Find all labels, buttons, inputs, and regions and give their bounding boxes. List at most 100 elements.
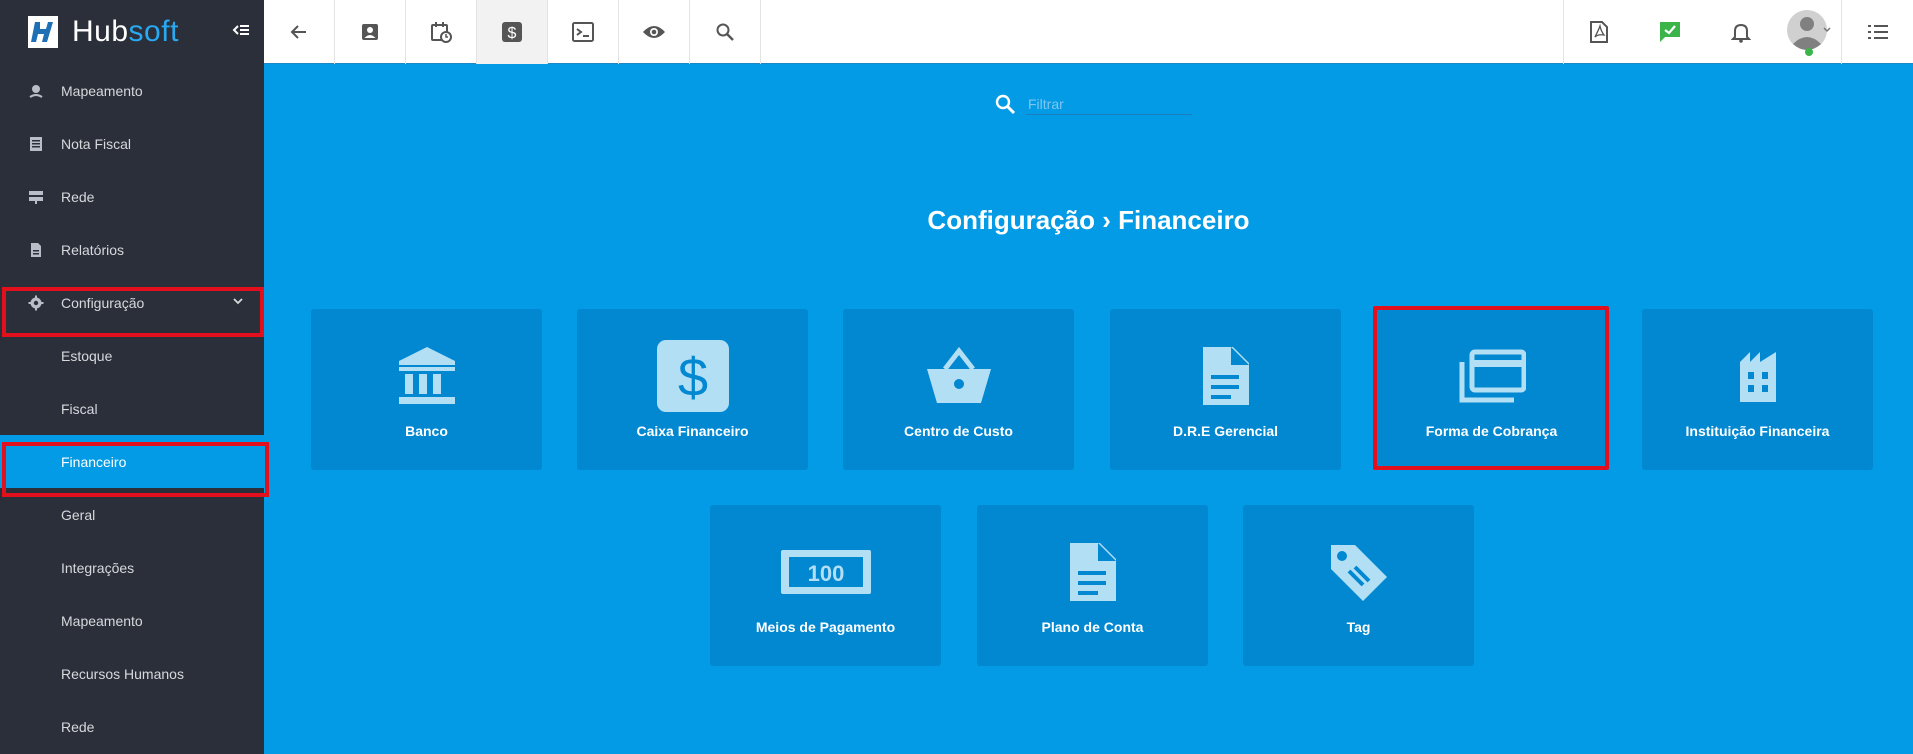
card-meios-de-pagamento[interactable]: 100 Meios de Pagamento (710, 505, 941, 666)
card-label: Caixa Financeiro (636, 423, 749, 439)
tag-icon (1327, 535, 1391, 609)
bell-icon (1730, 23, 1751, 43)
eye-icon (643, 26, 665, 38)
filter-bar (994, 93, 1192, 115)
dollar-icon: $ (502, 22, 522, 42)
search-icon (716, 23, 734, 41)
svg-text:$: $ (508, 25, 517, 42)
sidebar-item-nota-fiscal[interactable]: Nota Fiscal (0, 117, 264, 170)
sidebar-subitem-geral[interactable]: Geral (0, 488, 264, 541)
back-button[interactable] (264, 0, 335, 64)
card-label: Banco (405, 423, 448, 439)
banknote-denomination: 100 (807, 561, 844, 586)
card-instituicao-financeira[interactable]: Instituição Financeira (1642, 309, 1873, 470)
terminal-button[interactable] (548, 0, 619, 64)
card-tag[interactable]: Tag (1243, 505, 1474, 666)
card-label: Centro de Custo (904, 423, 1013, 439)
sidebar-item-label: Geral (61, 506, 96, 523)
building-icon (1738, 339, 1778, 413)
credit-cards-icon (1458, 339, 1526, 413)
view-button[interactable] (619, 0, 690, 64)
brand-name: Hubsoft (72, 15, 179, 49)
sidebar-item-mapeamento[interactable]: Mapeamento (0, 64, 264, 117)
gear-icon (28, 295, 44, 311)
card-centro-de-custo[interactable]: Centro de Custo (843, 309, 1074, 470)
receipt-icon (28, 136, 44, 152)
sidebar-item-configuracao[interactable]: Configuração (0, 276, 264, 329)
search-button[interactable] (690, 0, 761, 64)
calendar-clock-icon (431, 22, 452, 43)
sidebar-subitem-recursos-humanos[interactable]: Recursos Humanos (0, 647, 264, 700)
search-icon (995, 94, 1016, 115)
chevron-down-icon (233, 298, 243, 305)
svg-text:$: $ (677, 348, 707, 408)
sidebar-item-label: Financeiro (61, 453, 127, 470)
schedule-button[interactable] (406, 0, 477, 64)
topbar: $ (264, 0, 1913, 64)
collapse-menu-icon[interactable] (230, 20, 250, 40)
sidebar-item-relatorios[interactable]: Relatórios (0, 223, 264, 276)
contacts-button[interactable] (335, 0, 406, 64)
card-label: Tag (1346, 619, 1371, 635)
sidebar-item-label: Estoque (61, 347, 113, 364)
sidebar-subitem-integracoes[interactable]: Integrações (0, 541, 264, 594)
card-label: Meios de Pagamento (755, 619, 896, 635)
list-menu-icon (1867, 25, 1888, 39)
document-icon (28, 242, 44, 258)
main-content: Configuração › Financeiro Banco $ Caixa … (264, 65, 1913, 754)
map-pin-icon (28, 83, 44, 99)
basket-icon (925, 339, 993, 413)
banknote-100-icon: 100 (779, 535, 873, 609)
pdf-icon (1590, 21, 1608, 43)
server-icon (28, 189, 44, 205)
sidebar: Hubsoft Mapeamento Nota Fiscal Rede Rela… (0, 0, 269, 754)
user-avatar (1786, 10, 1831, 56)
user-menu-button[interactable] (1776, 0, 1842, 64)
messages-button[interactable] (1634, 0, 1705, 64)
sidebar-item-label: Rede (61, 188, 95, 205)
sidebar-item-label: Fiscal (61, 400, 98, 417)
sidebar-nav: Mapeamento Nota Fiscal Rede Relatórios C… (0, 64, 264, 753)
finance-button[interactable]: $ (477, 0, 548, 64)
sidebar-item-label: Relatórios (61, 241, 125, 258)
sidebar-item-label: Configuração (61, 294, 145, 311)
sidebar-subitem-rede[interactable]: Rede (0, 700, 264, 753)
notifications-button[interactable] (1705, 0, 1776, 64)
app-menu-button[interactable] (1842, 0, 1913, 64)
sidebar-item-rede[interactable]: Rede (0, 170, 264, 223)
sidebar-item-label: Nota Fiscal (61, 135, 132, 152)
contact-card-icon (362, 24, 378, 40)
brand-name-part2: soft (128, 15, 179, 48)
sidebar-subitem-mapeamento[interactable]: Mapeamento (0, 594, 264, 647)
dollar-box-icon: $ (656, 339, 729, 413)
file-icon (1068, 535, 1118, 609)
filter-input[interactable] (1026, 93, 1192, 115)
sidebar-subitem-fiscal[interactable]: Fiscal (0, 382, 264, 435)
card-banco[interactable]: Banco (311, 309, 542, 470)
card-caixa-financeiro[interactable]: $ Caixa Financeiro (577, 309, 808, 470)
card-plano-de-conta[interactable]: Plano de Conta (977, 505, 1208, 666)
pdf-button[interactable] (1563, 0, 1634, 64)
card-label: Instituição Financeira (1685, 423, 1830, 439)
sidebar-item-label: Mapeamento (61, 612, 143, 629)
sidebar-item-label: Recursos Humanos (61, 665, 184, 682)
page-title: Configuração › Financeiro (927, 205, 1250, 235)
card-label: Forma de Cobrança (1425, 423, 1558, 439)
card-label: Plano de Conta (1041, 619, 1144, 635)
sidebar-item-label: Mapeamento (61, 82, 143, 99)
terminal-icon (572, 22, 594, 42)
file-icon (1201, 339, 1251, 413)
sidebar-item-label: Integrações (61, 559, 135, 576)
brand[interactable]: Hubsoft (0, 0, 264, 64)
back-arrow-icon (290, 25, 306, 39)
card-forma-de-cobranca[interactable]: Forma de Cobrança (1376, 309, 1607, 470)
sidebar-item-label: Rede (61, 718, 95, 735)
card-dre-gerencial[interactable]: D.R.E Gerencial (1110, 309, 1341, 470)
sidebar-subitem-estoque[interactable]: Estoque (0, 329, 264, 382)
bank-icon (397, 339, 457, 413)
sidebar-subitem-financeiro[interactable]: Financeiro (0, 435, 264, 488)
hubsoft-logo-icon (28, 16, 58, 48)
chat-check-icon (1659, 22, 1680, 42)
card-label: D.R.E Gerencial (1172, 423, 1279, 439)
brand-name-part1: Hub (72, 15, 129, 48)
